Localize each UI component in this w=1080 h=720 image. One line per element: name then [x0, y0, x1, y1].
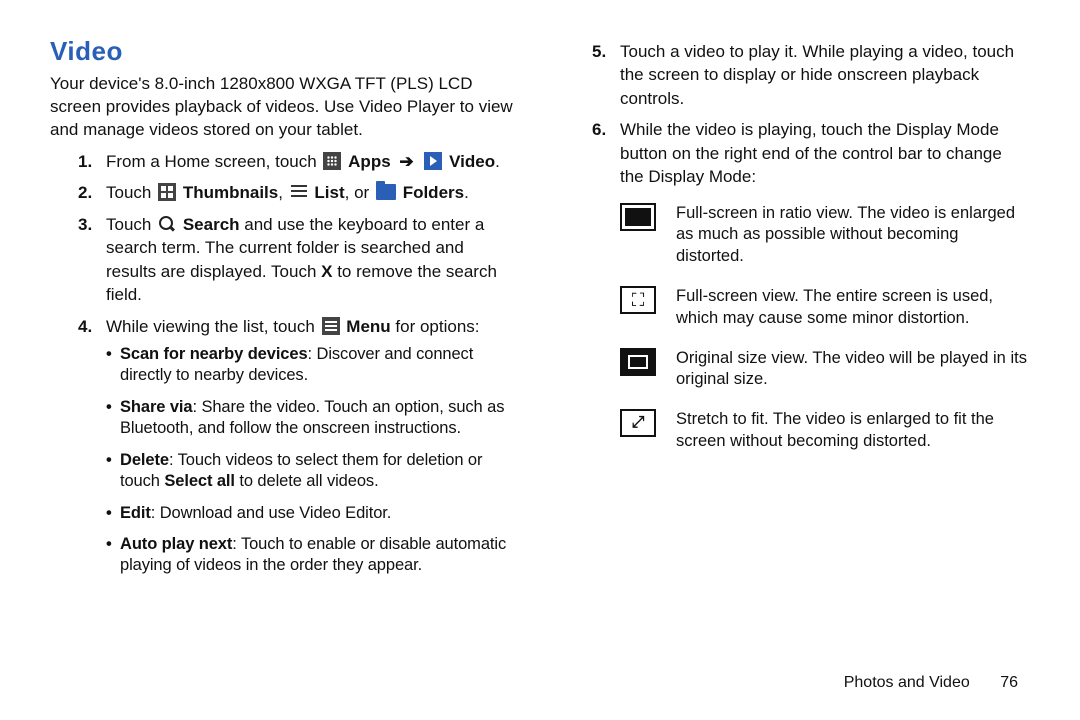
- steps-list-left: From a Home screen, touch Apps ➔ Video. …: [50, 150, 516, 577]
- apps-label: Apps: [348, 152, 391, 171]
- text: From a Home screen, touch: [106, 152, 321, 171]
- text: While the video is playing, touch the Di…: [620, 120, 1002, 186]
- text: , or: [345, 183, 374, 202]
- label: Delete: [120, 451, 169, 469]
- full-screen-ratio-icon: [620, 203, 656, 231]
- mode-ratio-row: Full-screen in ratio view. The video is …: [620, 203, 1030, 268]
- mode-stretch-row: Stretch to fit. The video is enlarged to…: [620, 409, 1030, 453]
- right-column: Touch a video to play it. While playing …: [564, 36, 1030, 660]
- mode-full-row: Full-screen view. The entire screen is u…: [620, 286, 1030, 330]
- mode-text: Full-screen in ratio view. The video is …: [676, 203, 1030, 268]
- text: to delete all videos.: [235, 472, 379, 490]
- section-heading: Video: [50, 36, 516, 67]
- sub-bullets: Scan for nearby devices: Discover and co…: [106, 344, 516, 577]
- label: Auto play next: [120, 535, 232, 553]
- text: Touch: [106, 215, 156, 234]
- text: While viewing the list, touch: [106, 317, 320, 336]
- mode-orig-row: Original size view. The video will be pl…: [620, 348, 1030, 392]
- footer-section: Photos and Video: [844, 674, 970, 691]
- sub-autoplay: Auto play next: Touch to enable or disab…: [106, 534, 516, 577]
- arrow-icon: ➔: [399, 152, 413, 171]
- page-footer: Photos and Video 76: [844, 674, 1018, 692]
- text: for options:: [391, 317, 480, 336]
- step-5: Touch a video to play it. While playing …: [620, 40, 1030, 110]
- original-size-icon: [620, 348, 656, 376]
- step-3: Touch Search and use the keyboard to ent…: [106, 213, 516, 307]
- x-label: X: [321, 262, 332, 281]
- label: Scan for nearby devices: [120, 345, 308, 363]
- folders-label: Folders: [403, 183, 464, 202]
- page-number: 76: [1000, 674, 1018, 691]
- step-4: While viewing the list, touch Menu for o…: [106, 315, 516, 577]
- sub-edit: Edit: Download and use Video Editor.: [106, 503, 516, 524]
- text: Touch: [106, 183, 156, 202]
- menu-icon: [322, 317, 340, 335]
- thumbnails-icon: [158, 183, 176, 201]
- manual-page: Video Your device's 8.0-inch 1280x800 WX…: [0, 0, 1080, 720]
- list-label: List: [314, 183, 344, 202]
- mode-text: Stretch to fit. The video is enlarged to…: [676, 409, 1030, 453]
- thumbnails-label: Thumbnails: [183, 183, 278, 202]
- display-modes: Full-screen in ratio view. The video is …: [620, 203, 1030, 453]
- mode-text: Original size view. The video will be pl…: [676, 348, 1030, 392]
- full-screen-icon: [620, 286, 656, 314]
- intro-paragraph: Your device's 8.0-inch 1280x800 WXGA TFT…: [50, 73, 516, 142]
- text: .: [464, 183, 469, 202]
- sub-delete: Delete: Touch videos to select them for …: [106, 450, 516, 493]
- label: Share via: [120, 398, 192, 416]
- left-column: Video Your device's 8.0-inch 1280x800 WX…: [50, 36, 516, 660]
- folder-icon: [376, 184, 396, 200]
- text: : Download and use Video Editor.: [151, 504, 392, 522]
- step-6: While the video is playing, touch the Di…: [620, 118, 1030, 452]
- select-all-label: Select all: [164, 472, 235, 490]
- mode-text: Full-screen view. The entire screen is u…: [676, 286, 1030, 330]
- sub-scan: Scan for nearby devices: Discover and co…: [106, 344, 516, 387]
- video-label: Video: [449, 152, 495, 171]
- step-1: From a Home screen, touch Apps ➔ Video.: [106, 150, 516, 173]
- label: Edit: [120, 504, 151, 522]
- text: .: [495, 152, 500, 171]
- search-label: Search: [183, 215, 240, 234]
- menu-label: Menu: [346, 317, 390, 336]
- sub-share: Share via: Share the video. Touch an opt…: [106, 397, 516, 440]
- apps-icon: [323, 152, 341, 170]
- search-icon: [158, 215, 176, 233]
- list-icon: [290, 183, 308, 201]
- step-2: Touch Thumbnails, List, or Folders.: [106, 181, 516, 204]
- video-icon: [424, 152, 442, 170]
- steps-list-right: Touch a video to play it. While playing …: [564, 40, 1030, 453]
- stretch-to-fit-icon: [620, 409, 656, 437]
